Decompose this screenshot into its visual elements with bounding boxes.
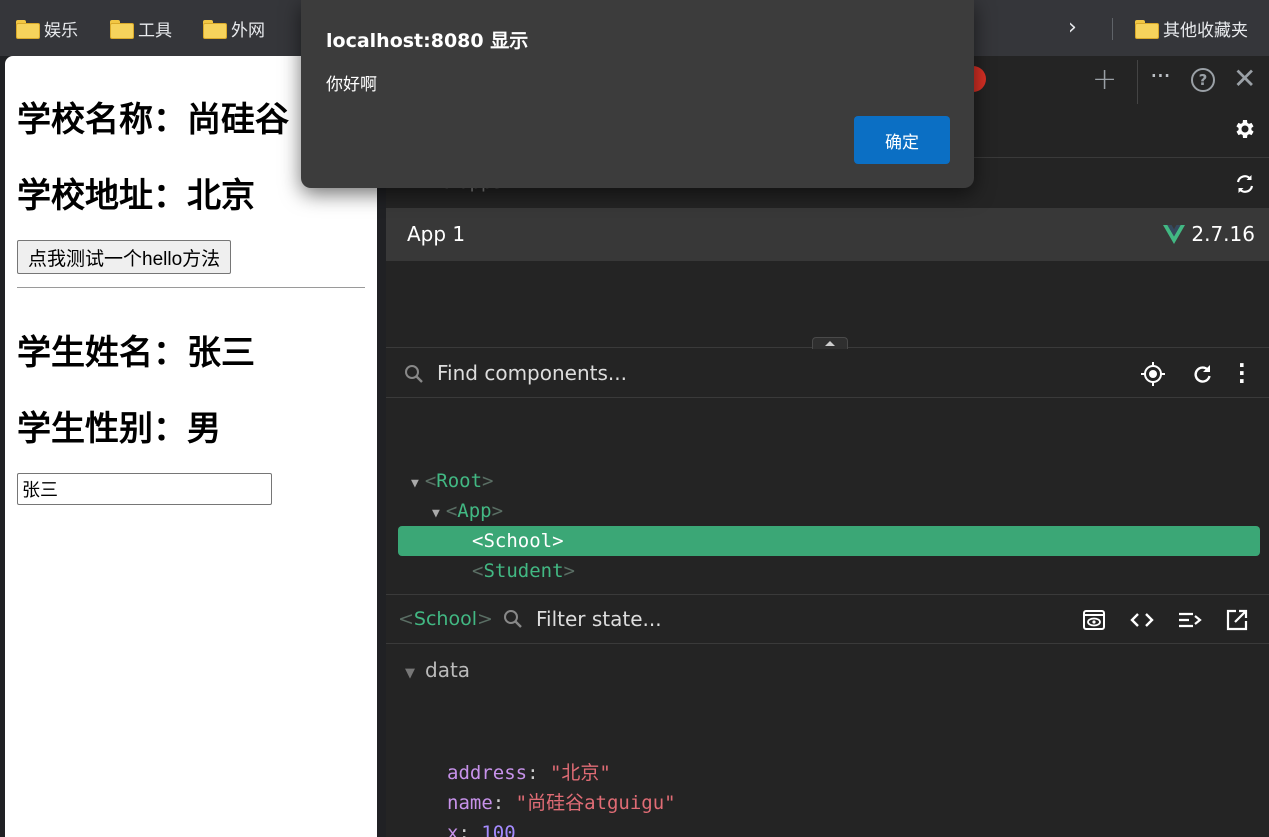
component-tree: ▼ <Root> ▼ <App> <School> <Student>: [386, 399, 1269, 595]
data-section-header[interactable]: ▼ data: [405, 658, 470, 682]
app-name: App 1: [407, 222, 466, 246]
bookmark-folder-tools[interactable]: 工具: [110, 16, 172, 41]
school-name-heading: 学校名称：尚硅谷: [17, 101, 289, 139]
vue-version-badge: 2.7.16: [1163, 222, 1255, 246]
sync-icon[interactable]: [1233, 172, 1257, 196]
toolbar-divider: [1137, 60, 1138, 104]
alert-dialog: localhost:8080 显示 你好啊 确定: [301, 0, 974, 188]
state-toolbar: <School> Filter state...: [386, 595, 1269, 644]
apps-empty-area: [386, 261, 1269, 349]
close-icon[interactable]: ✕: [1233, 62, 1256, 95]
state-property-name[interactable]: name: "尚硅谷atguigu": [447, 788, 676, 818]
student-name-heading: 学生姓名：张三: [17, 334, 255, 372]
folder-icon: [1135, 19, 1159, 39]
vue-version: 2.7.16: [1191, 222, 1255, 246]
more-horizontal-icon[interactable]: ···: [1150, 62, 1171, 90]
chevron-right-icon[interactable]: ›: [1068, 15, 1077, 40]
bookmark-divider: [1112, 18, 1113, 40]
bookmark-label: 娱乐: [44, 20, 78, 41]
student-gender-heading: 学生性别：男: [17, 410, 221, 448]
gear-icon[interactable]: [1233, 117, 1257, 141]
plus-icon[interactable]: +: [1092, 62, 1117, 97]
find-components-input[interactable]: Find components...: [437, 361, 627, 385]
alert-title: localhost:8080 显示: [326, 30, 529, 52]
tree-node-root[interactable]: ▼ <Root>: [411, 466, 494, 496]
components-toolbar: Find components... · · ·: [386, 349, 1269, 398]
target-icon[interactable]: [1140, 361, 1166, 387]
caret-down-icon[interactable]: ▼: [405, 666, 415, 681]
refresh-icon[interactable]: [1190, 362, 1214, 386]
state-property-x[interactable]: x: 100: [447, 818, 516, 837]
folder-icon: [203, 19, 227, 39]
folder-icon: [110, 19, 134, 39]
state-property-address[interactable]: address: "北京": [447, 758, 611, 788]
scroll-to-component-icon[interactable]: [1177, 608, 1203, 632]
bookmark-label: 其他收藏夹: [1163, 20, 1248, 41]
tree-node-student[interactable]: <Student>: [472, 556, 575, 586]
help-icon[interactable]: ?: [1191, 68, 1215, 92]
state-inspector: ▼ data address: "北京" name: "尚硅谷atguigu" x…: [386, 645, 1269, 837]
alert-message: 你好啊: [326, 75, 377, 95]
chevron-up-icon[interactable]: [812, 337, 848, 349]
divider: [17, 287, 365, 288]
alert-ok-button[interactable]: 确定: [854, 116, 950, 164]
open-in-editor-icon[interactable]: [1225, 608, 1249, 632]
code-icon[interactable]: [1129, 608, 1155, 632]
app-selector-row[interactable]: App 1 2.7.16: [386, 208, 1269, 261]
school-address-heading: 学校地址：北京: [17, 177, 255, 215]
test-hello-button[interactable]: 点我测试一个hello方法: [17, 240, 232, 274]
bookmark-folder-external[interactable]: 外网: [203, 16, 265, 41]
search-icon: [405, 365, 423, 383]
bookmark-label: 工具: [138, 20, 172, 41]
tree-node-app[interactable]: ▼ <App>: [432, 496, 503, 526]
more-vertical-icon[interactable]: · · ·: [1238, 355, 1246, 391]
search-icon: [504, 610, 522, 628]
bookmark-folder-other[interactable]: 其他收藏夹: [1135, 16, 1248, 41]
caret-down-icon[interactable]: ▼: [432, 506, 440, 521]
bookmark-label: 外网: [231, 20, 265, 41]
vue-logo-icon: [1163, 224, 1186, 244]
filter-state-input[interactable]: Filter state...: [536, 607, 662, 631]
caret-down-icon[interactable]: ▼: [411, 476, 419, 491]
student-name-input[interactable]: [17, 473, 272, 505]
folder-icon: [16, 19, 40, 39]
selected-component-label: <School>: [398, 608, 493, 630]
tree-node-school[interactable]: <School>: [398, 526, 1260, 556]
bookmark-folder-entertainment[interactable]: 娱乐: [16, 16, 78, 41]
inspect-dom-icon[interactable]: [1082, 608, 1106, 632]
